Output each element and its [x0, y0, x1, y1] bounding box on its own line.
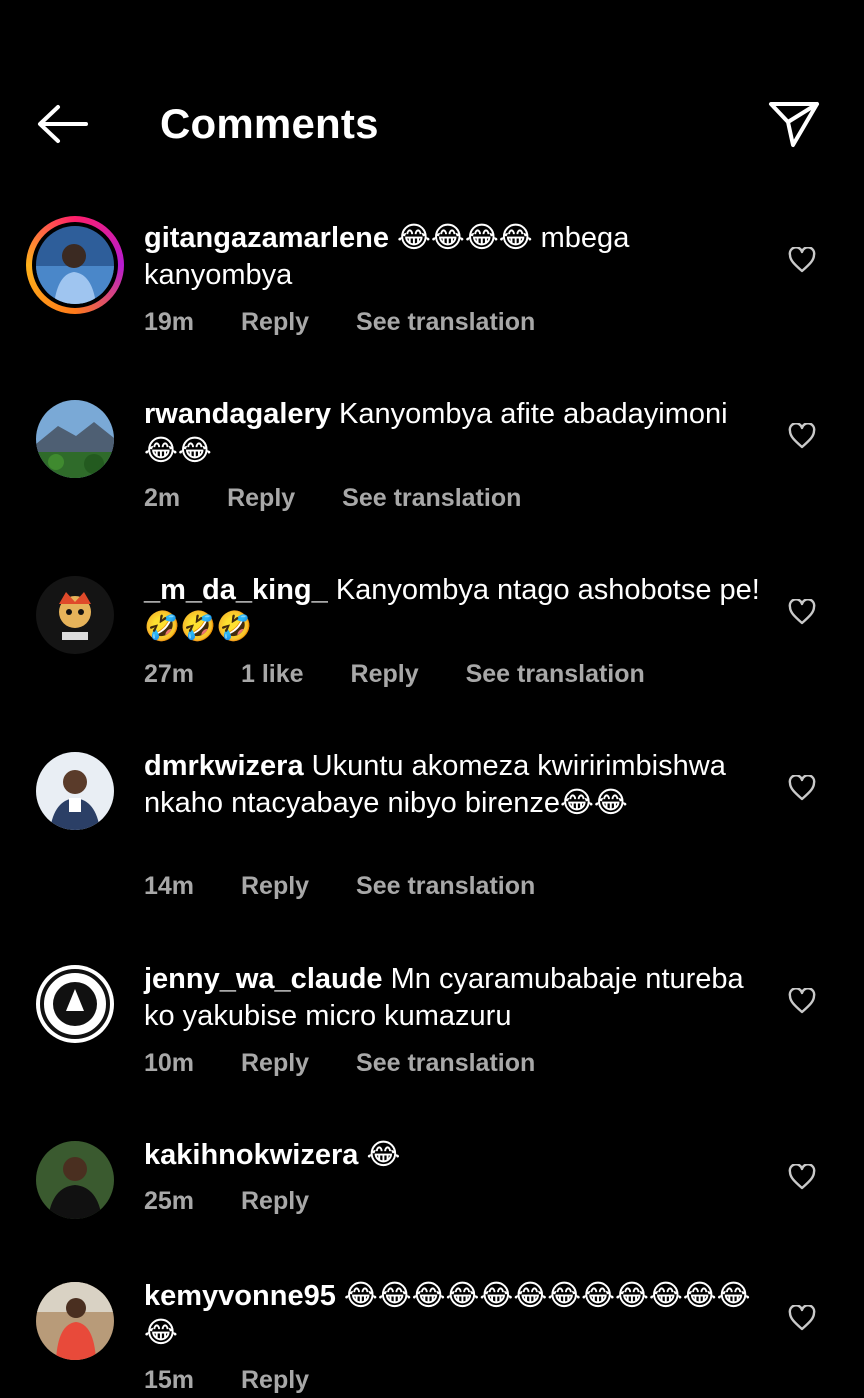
reply-button[interactable]: Reply — [351, 660, 419, 688]
comment-time: 2m — [144, 484, 181, 512]
reply-button[interactable]: Reply — [241, 1366, 309, 1394]
comment-like-count[interactable]: 1 like — [241, 660, 304, 688]
avatar-image — [36, 576, 114, 654]
comment-meta: 2m Reply See translation — [144, 484, 561, 513]
like-button[interactable] — [786, 420, 818, 452]
heart-outline-icon — [788, 247, 816, 273]
avatar-story-ring[interactable] — [26, 216, 124, 314]
paper-plane-icon — [769, 102, 819, 147]
comment-meta: 15m Reply — [144, 1366, 349, 1395]
comment-meta: 27m 1 like Reply See translation — [144, 660, 685, 689]
comment-username[interactable]: rwandagalery — [144, 398, 331, 430]
avatar[interactable] — [36, 752, 114, 830]
reply-button[interactable]: Reply — [241, 1187, 309, 1215]
comment-time: 25m — [144, 1187, 195, 1215]
heart-outline-icon — [788, 599, 816, 625]
avatar-image — [36, 965, 114, 1043]
comment-username[interactable]: dmrkwizera — [144, 750, 304, 782]
comment-body: kakihnokwizera 😂 — [144, 1137, 764, 1174]
avatar-image — [36, 400, 114, 478]
comment-body: gitangazamarlene 😂😂😂😂 mbega kanyombya — [144, 220, 764, 294]
reply-button[interactable]: Reply — [227, 484, 295, 512]
see-translation-button[interactable]: See translation — [466, 660, 645, 688]
comment-username[interactable]: kakihnokwizera — [144, 1139, 358, 1171]
see-translation-button[interactable]: See translation — [342, 484, 521, 512]
avatar-image — [36, 752, 114, 830]
avatar[interactable] — [36, 1141, 114, 1219]
comment-username[interactable]: gitangazamarlene — [144, 222, 389, 254]
comment-meta: 25m Reply — [144, 1187, 349, 1216]
see-translation-button[interactable]: See translation — [356, 872, 535, 900]
back-button[interactable] — [34, 102, 90, 146]
comment-meta: 19m Reply See translation — [144, 308, 575, 337]
comment-username[interactable]: kemyvonne95 — [144, 1280, 336, 1312]
see-translation-button[interactable]: See translation — [356, 308, 535, 336]
heart-outline-icon — [788, 988, 816, 1014]
avatar[interactable] — [36, 965, 114, 1043]
comment-time: 10m — [144, 1049, 195, 1077]
comment-time: 27m — [144, 660, 195, 688]
see-translation-button[interactable]: See translation — [356, 1049, 535, 1077]
like-button[interactable] — [786, 596, 818, 628]
comment-meta: 10m Reply See translation — [144, 1049, 575, 1078]
comment-time: 19m — [144, 308, 195, 336]
page-title: Comments — [160, 100, 379, 147]
comment-text: 😂 — [366, 1139, 401, 1171]
comment-meta: 14m Reply See translation — [144, 872, 575, 901]
avatar[interactable] — [36, 576, 114, 654]
comment-body: jenny_wa_claude Mn cyaramubabaje ntureba… — [144, 961, 764, 1035]
comment-body: kemyvonne95 😂😂😂😂😂😂😂😂😂😂😂😂😂 — [144, 1278, 764, 1352]
heart-outline-icon — [788, 1305, 816, 1331]
comment-username[interactable]: jenny_wa_claude — [144, 963, 383, 995]
avatar[interactable] — [36, 1282, 114, 1360]
reply-button[interactable]: Reply — [241, 1049, 309, 1077]
reply-button[interactable]: Reply — [241, 308, 309, 336]
reply-button[interactable]: Reply — [241, 872, 309, 900]
like-button[interactable] — [786, 985, 818, 1017]
avatar-image — [36, 1141, 114, 1219]
like-button[interactable] — [786, 1302, 818, 1334]
comment-time: 14m — [144, 872, 195, 900]
avatar[interactable] — [36, 400, 114, 478]
arrow-left-icon — [38, 105, 88, 143]
comment-username[interactable]: _m_da_king_ — [144, 574, 328, 606]
like-button[interactable] — [786, 244, 818, 276]
share-button[interactable] — [766, 98, 822, 150]
heart-outline-icon — [788, 1164, 816, 1190]
heart-outline-icon — [788, 775, 816, 801]
comment-body: dmrkwizera Ukuntu akomeza kwiririmbishwa… — [144, 748, 764, 822]
like-button[interactable] — [786, 772, 818, 804]
comment-time: 15m — [144, 1366, 195, 1394]
avatar-image — [36, 1282, 114, 1360]
comments-header: Comments — [0, 70, 864, 180]
like-button[interactable] — [786, 1161, 818, 1193]
comment-body: rwandagalery Kanyombya afite abadayimoni… — [144, 396, 764, 470]
avatar — [36, 226, 114, 304]
comment-body: _m_da_king_ Kanyombya ntago ashobotse pe… — [144, 572, 764, 646]
heart-outline-icon — [788, 423, 816, 449]
